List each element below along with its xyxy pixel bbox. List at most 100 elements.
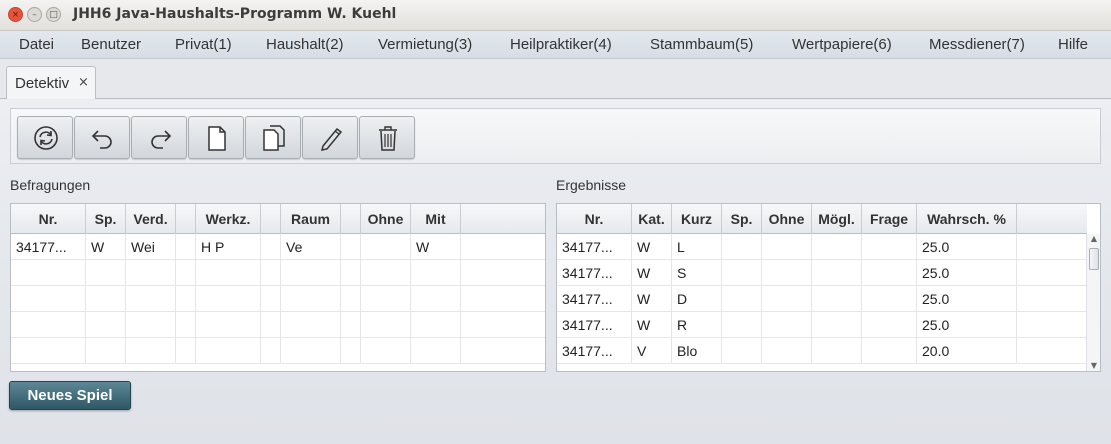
redo-button[interactable] — [131, 116, 187, 159]
table-cell — [86, 286, 126, 312]
table-row[interactable] — [11, 312, 545, 338]
ergebnisse-table[interactable]: Nr. Kat. Kurz Sp. Ohne Mögl. Frage Wahrsch. % 3… — [556, 203, 1101, 372]
ergebnisse-header: Nr. Kat. Kurz Sp. Ohne Mögl. Frage Wahrsch. % — [557, 204, 1087, 234]
column-header[interactable]: Werkz. — [196, 204, 261, 234]
table-row[interactable]: 34177... W Wei H P Ve W — [11, 234, 545, 260]
table-cell: Blo — [672, 338, 722, 364]
tab-close-icon[interactable]: × — [78, 75, 89, 90]
window-close-button[interactable]: × — [8, 7, 23, 22]
column-header[interactable]: Kurz — [672, 204, 722, 234]
column-header[interactable]: Mögl. — [812, 204, 862, 234]
column-header[interactable]: Frage — [862, 204, 917, 234]
befragungen-table[interactable]: Nr. Sp. Verd. Werkz. Raum Ohne Mit 34177... W Wei… — [10, 203, 546, 372]
tab-detektiv[interactable]: Detektiv × — [6, 66, 96, 99]
table-cell — [862, 286, 917, 312]
table-cell: 34177... — [557, 260, 632, 286]
column-header[interactable]: Sp. — [722, 204, 762, 234]
menu-stammbaum[interactable]: Stammbaum(5) — [650, 36, 753, 53]
table-cell — [196, 312, 261, 338]
table-row[interactable]: 34177... V Blo 20.0 — [557, 338, 1087, 364]
column-header[interactable]: Wahrsch. % — [917, 204, 1017, 234]
table-cell: Ve — [281, 234, 341, 260]
table-cell — [86, 338, 126, 364]
menu-datei[interactable]: Datei — [19, 36, 54, 53]
table-cell: 34177... — [557, 234, 632, 260]
table-row[interactable] — [11, 338, 545, 364]
table-cell — [176, 260, 196, 286]
table-cell — [11, 338, 86, 364]
column-header[interactable]: Nr. — [557, 204, 632, 234]
new-game-button[interactable]: Neues Spiel — [9, 381, 131, 410]
table-cell — [261, 338, 281, 364]
column-header[interactable]: Raum — [281, 204, 341, 234]
refresh-icon — [34, 126, 58, 150]
column-header[interactable] — [176, 204, 196, 234]
table-row[interactable]: 34177... W D 25.0 — [557, 286, 1087, 312]
table-cell — [722, 234, 762, 260]
table-cell — [341, 260, 361, 286]
column-header[interactable] — [341, 204, 361, 234]
column-header[interactable]: Ohne — [762, 204, 812, 234]
menu-wertpapiere[interactable]: Wertpapiere(6) — [792, 36, 892, 53]
menu-hilfe[interactable]: Hilfe — [1058, 36, 1088, 53]
window-title: JHH6 Java-Haushalts-Programm W. Kuehl — [73, 6, 397, 22]
menu-haushalt[interactable]: Haushalt(2) — [266, 36, 344, 53]
column-header[interactable] — [261, 204, 281, 234]
table-cell — [411, 286, 461, 312]
table-cell — [862, 234, 917, 260]
table-cell — [341, 234, 361, 260]
menu-messdiener[interactable]: Messdiener(7) — [929, 36, 1025, 53]
column-header[interactable]: Ohne — [361, 204, 411, 234]
scroll-down-icon[interactable]: ▼ — [1087, 361, 1100, 371]
delete-button[interactable] — [359, 116, 415, 159]
table-row[interactable] — [11, 260, 545, 286]
table-cell — [126, 260, 176, 286]
table-cell — [762, 260, 812, 286]
table-cell: 34177... — [557, 286, 632, 312]
table-cell — [126, 338, 176, 364]
table-cell: W — [411, 234, 461, 260]
table-cell: W — [632, 286, 672, 312]
table-cell — [281, 286, 341, 312]
table-cell — [762, 286, 812, 312]
window-minimize-button[interactable]: – — [27, 7, 42, 22]
table-cell — [411, 338, 461, 364]
table-cell — [196, 338, 261, 364]
column-header[interactable]: Mit — [411, 204, 461, 234]
edit-button[interactable] — [302, 116, 358, 159]
copy-document-button[interactable] — [245, 116, 301, 159]
table-cell — [196, 286, 261, 312]
table-cell — [361, 234, 411, 260]
undo-button[interactable] — [74, 116, 130, 159]
column-header[interactable]: Kat. — [632, 204, 672, 234]
scrollbar-thumb[interactable] — [1089, 248, 1099, 270]
window-maximize-button[interactable]: □ — [46, 7, 61, 22]
menu-heilpraktiker[interactable]: Heilpraktiker(4) — [510, 36, 612, 53]
table-cell — [176, 234, 196, 260]
new-document-button[interactable] — [188, 116, 244, 159]
column-header[interactable]: Sp. — [86, 204, 126, 234]
table-cell — [762, 338, 812, 364]
table-cell — [722, 312, 762, 338]
table-row[interactable]: 34177... W R 25.0 — [557, 312, 1087, 338]
menu-vermietung[interactable]: Vermietung(3) — [378, 36, 472, 53]
redo-icon — [151, 130, 172, 149]
table-row[interactable]: 34177... W L 25.0 — [557, 234, 1087, 260]
ergebnisse-scrollbar[interactable]: ▲ ▼ — [1086, 234, 1100, 371]
scroll-up-icon[interactable]: ▲ — [1087, 234, 1100, 244]
column-header[interactable]: Nr. — [11, 204, 86, 234]
table-row[interactable] — [11, 286, 545, 312]
tab-strip: Detektiv × — [0, 59, 1111, 99]
table-cell — [722, 338, 762, 364]
menu-benutzer[interactable]: Benutzer — [81, 36, 141, 53]
table-cell — [196, 260, 261, 286]
refresh-button[interactable] — [17, 116, 73, 159]
main-panel: Befragungen Ergebnisse Nr. Sp. Verd. Werkz.… — [0, 100, 1111, 444]
column-header[interactable]: Verd. — [126, 204, 176, 234]
table-cell: 25.0 — [917, 234, 1017, 260]
menu-privat[interactable]: Privat(1) — [175, 36, 232, 53]
table-row[interactable]: 34177... W S 25.0 — [557, 260, 1087, 286]
table-cell — [862, 338, 917, 364]
table-cell — [126, 286, 176, 312]
table-cell — [176, 338, 196, 364]
